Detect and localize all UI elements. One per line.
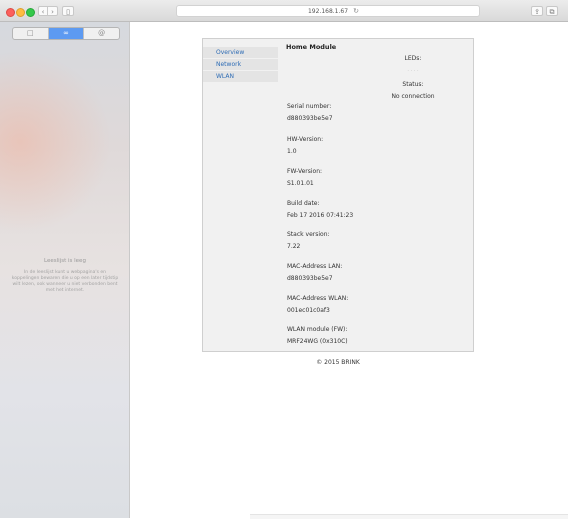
chevron-right-icon: ›	[51, 8, 54, 16]
tab-shared-links[interactable]: @	[84, 28, 119, 39]
address-bar[interactable]: 192.168.1.67 ↻	[176, 5, 480, 17]
sidebar-toggle-button[interactable]: ▯	[62, 6, 74, 16]
status-label: Status:	[402, 81, 424, 88]
close-window-button[interactable]	[6, 8, 15, 17]
bookmarks-icon: □	[27, 29, 34, 37]
hw-version-label: HW-Version:	[287, 136, 324, 143]
sidebar-tabs: □ ∞ @	[12, 27, 120, 40]
sidebar: □ ∞ @ Leeslijst is leeg In de leeslijst …	[0, 22, 130, 518]
leds-label: LEDs:	[404, 55, 422, 62]
show-tabs-button[interactable]: ⧉	[546, 6, 558, 16]
tabs-icon: ⧉	[549, 8, 555, 16]
wlan-module-value: MRF24WG (0x310C)	[287, 338, 348, 345]
hw-version-value: 1.0	[287, 148, 297, 155]
module-panel: Overview Network WLAN Home Module LEDs: …	[202, 38, 474, 352]
build-date-label: Build date:	[287, 200, 320, 207]
reload-icon[interactable]: ↻	[353, 6, 359, 17]
reading-list-empty-description: In de leeslijst kunt u webpagina's en ko…	[11, 270, 119, 293]
nav-wlan[interactable]: WLAN	[203, 71, 278, 83]
chevron-left-icon: ‹	[41, 8, 45, 16]
serial-number-label: Serial number:	[287, 103, 332, 110]
stack-version-label: Stack version:	[287, 231, 330, 238]
fw-version-value: S1.01.01	[287, 180, 314, 187]
status-bar	[250, 514, 568, 519]
fw-version-label: FW-Version:	[287, 168, 323, 175]
nav-network[interactable]: Network	[203, 59, 278, 71]
build-date-value: Feb 17 2016 07:41:23	[287, 212, 354, 219]
status-value: No connection	[391, 93, 435, 100]
share-button[interactable]: ⇪	[531, 6, 543, 16]
reading-list-empty-title: Leeslijst is leeg	[44, 258, 86, 264]
nav-overview[interactable]: Overview	[203, 47, 278, 59]
mac-address-lan-label: MAC-Address LAN:	[287, 263, 343, 270]
tab-reading-list[interactable]: ∞	[48, 28, 85, 39]
back-button[interactable]: ‹	[38, 6, 48, 16]
minimize-window-button[interactable]	[16, 8, 25, 17]
url-text: 192.168.1.67	[307, 8, 349, 15]
page-title: Home Module	[286, 43, 337, 51]
browser-toolbar: ‹ › ▯ 192.168.1.67 ↻ ⇪ ⧉	[0, 0, 568, 22]
mac-address-wlan-label: MAC-Address WLAN:	[287, 295, 349, 302]
mac-address-lan-value: d880393be5e7	[287, 275, 333, 282]
forward-button[interactable]: ›	[48, 6, 58, 16]
footer-copyright: © 2015 BRINK	[316, 359, 360, 366]
stack-version-value: 7.22	[287, 243, 301, 250]
tab-bookmarks[interactable]: □	[13, 28, 49, 39]
shared-links-icon: @	[98, 29, 106, 37]
wlan-module-label: WLAN module (FW):	[287, 326, 348, 333]
share-icon: ⇪	[534, 8, 540, 16]
leds-indicator: · · · ·	[407, 68, 419, 74]
serial-number-value: d880393be5e7	[287, 115, 333, 122]
sidebar-icon: ▯	[66, 8, 70, 16]
reading-list-icon: ∞	[63, 29, 69, 37]
mac-address-wlan-value: 001ec01c0af3	[287, 307, 330, 314]
maximize-window-button[interactable]	[26, 8, 35, 17]
web-content: Overview Network WLAN Home Module LEDs: …	[131, 22, 568, 518]
